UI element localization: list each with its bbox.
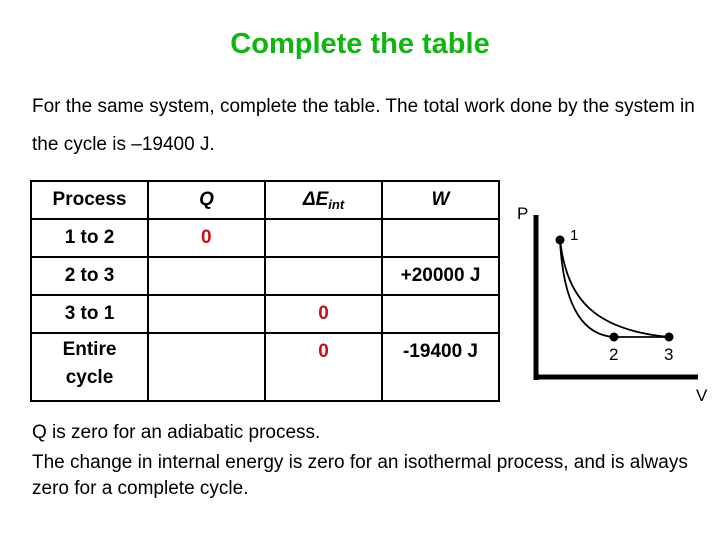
cell-q[interactable] xyxy=(147,332,266,402)
notes: Q is zero for an adiabatic process. The … xyxy=(32,420,712,502)
header-w: W xyxy=(381,180,500,220)
cell-w[interactable]: -19400 J xyxy=(381,332,500,402)
cell-q[interactable]: 0 xyxy=(147,218,266,258)
process-table: Process Q ΔEint W 1 to 2 0 2 to 3 +20000… xyxy=(30,180,500,402)
point-label-2: 2 xyxy=(609,345,618,364)
table-row: 2 to 3 +20000 J xyxy=(30,256,500,296)
cell-w[interactable] xyxy=(381,294,500,334)
cell-process-line2: cycle xyxy=(65,367,114,388)
cell-delta-e[interactable]: 0 xyxy=(264,332,383,402)
state-point-3 xyxy=(664,332,674,342)
cell-w[interactable]: +20000 J xyxy=(381,256,500,296)
header-process: Process xyxy=(30,180,149,220)
header-delta-e-int: ΔEint xyxy=(264,180,383,220)
state-point-1 xyxy=(555,235,565,245)
adiabat-curve xyxy=(559,239,615,338)
page-title: Complete the table xyxy=(230,28,490,60)
cell-q[interactable] xyxy=(147,256,266,296)
cell-process: 3 to 1 xyxy=(30,294,149,334)
table-row: 1 to 2 0 xyxy=(30,218,500,258)
cell-process: Entire cycle xyxy=(30,332,149,402)
cell-process-line1: Entire xyxy=(62,339,117,360)
cell-w[interactable] xyxy=(381,218,500,258)
table-row: Entire cycle 0 -19400 J xyxy=(30,332,500,402)
cell-process: 2 to 3 xyxy=(30,256,149,296)
y-axis-label: P xyxy=(517,204,528,223)
intro-text: For the same system, complete the table.… xyxy=(32,96,695,155)
cell-delta-e[interactable]: 0 xyxy=(264,294,383,334)
cell-q[interactable] xyxy=(147,294,266,334)
header-delta-e-sub: int xyxy=(328,196,345,212)
isotherm-curve xyxy=(559,239,670,338)
table-row: 3 to 1 0 xyxy=(30,294,500,334)
cell-delta-e[interactable] xyxy=(264,256,383,296)
state-point-2 xyxy=(609,332,619,342)
header-q: Q xyxy=(147,180,266,220)
note-internal-energy: The change in internal energy is zero fo… xyxy=(32,452,688,499)
cell-delta-e[interactable] xyxy=(264,218,383,258)
point-label-1: 1 xyxy=(570,227,578,244)
header-delta-e-main: ΔE xyxy=(302,188,329,210)
point-label-3: 3 xyxy=(664,345,673,364)
pv-diagram: P V 1 2 3 xyxy=(517,204,708,405)
note-adiabatic: Q is zero for an adiabatic process. xyxy=(32,422,321,443)
x-axis-label: V xyxy=(696,386,708,405)
table-header-row: Process Q ΔEint W xyxy=(30,180,500,220)
cell-process: 1 to 2 xyxy=(30,218,149,258)
